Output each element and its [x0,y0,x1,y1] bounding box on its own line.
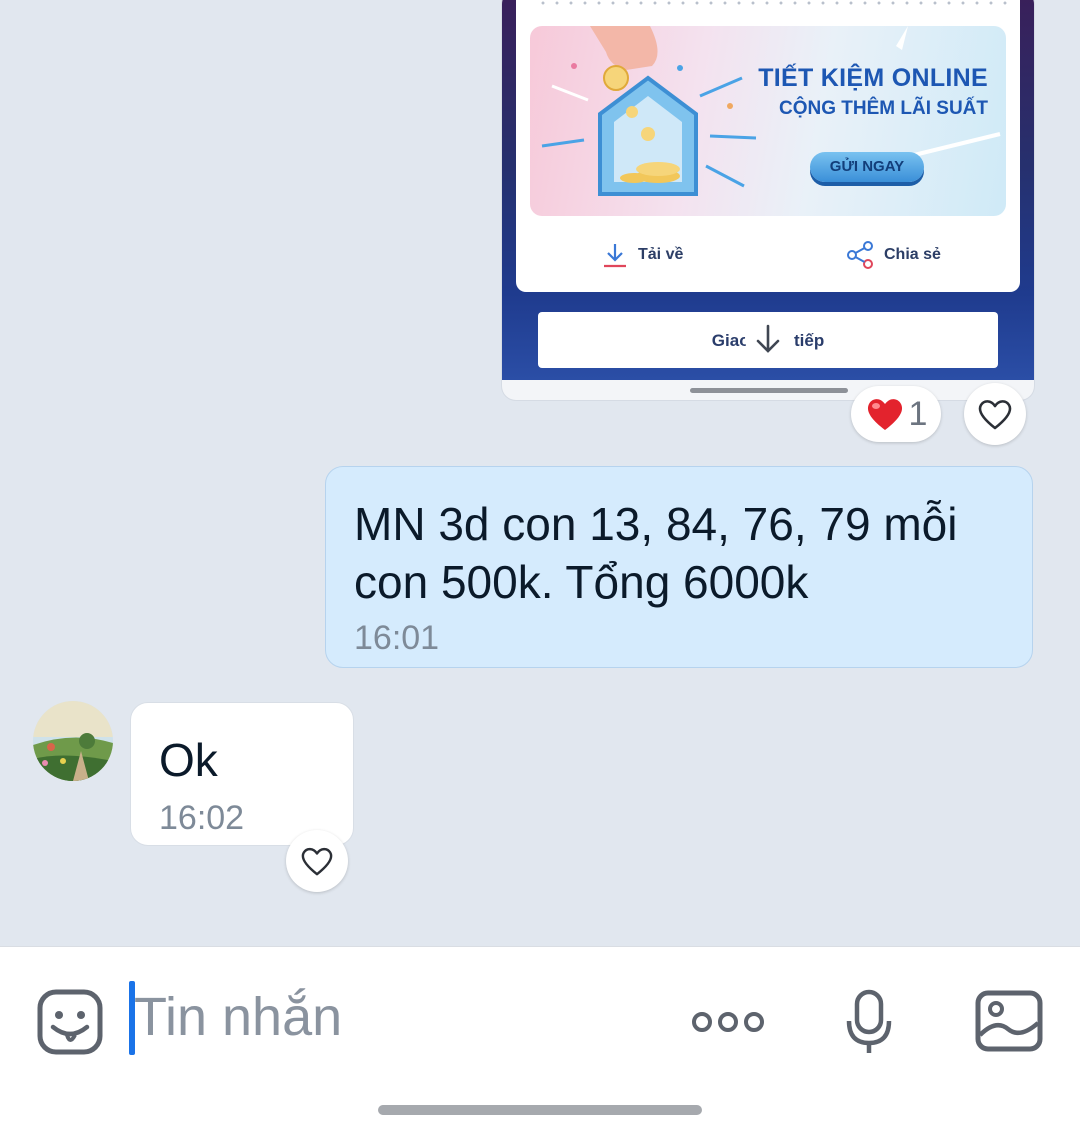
outgoing-message[interactable]: MN 3d con 13, 84, 76, 79 mỗi con 500k. T… [325,466,1033,668]
image-message[interactable]: TIẾT KIỆM ONLINE CỘNG THÊM LÃI SUẤT GỬI … [502,0,1034,400]
chat-area[interactable]: TIẾT KIỆM ONLINE CỘNG THÊM LÃI SUẤT GỬI … [0,0,1080,946]
message-time: 16:01 [354,619,440,657]
scroll-down-button[interactable] [745,316,791,362]
image-button[interactable] [972,988,1046,1054]
avatar-image [33,701,113,781]
piggy-house-illustration [541,26,1001,196]
share-action: Chia sẻ [846,235,941,275]
screenshot-home-indicator [690,388,848,393]
promo-banner: TIẾT KIỆM ONLINE CỘNG THÊM LÃI SUẤT GỬI … [530,26,1006,216]
heart-outline-icon [978,400,1012,430]
microphone-icon [846,989,892,1053]
message-input[interactable]: Tin nhắn [134,986,342,1048]
perforation-dots [536,0,1016,6]
gesture-navigation-bar[interactable] [378,1105,702,1115]
message-text: MN 3d con 13, 84, 76, 79 mỗi con 500k. T… [354,498,958,608]
banner-subtitle: CỘNG THÊM LÃI SUẤT [779,98,988,119]
reaction-summary[interactable]: 1 [851,386,941,442]
download-label: Tải về [638,246,684,263]
voice-button[interactable] [842,988,896,1056]
incoming-message[interactable]: Ok 16:02 [130,702,354,846]
download-icon [604,244,626,268]
react-heart-button[interactable] [286,830,348,892]
arrow-down-icon [756,324,780,353]
image-icon [975,990,1043,1052]
more-dots-icon [692,1012,764,1032]
transaction-card: TIẾT KIỆM ONLINE CỘNG THÊM LÃI SUẤT GỬI … [516,0,1020,292]
banner-title: TIẾT KIỆM ONLINE [758,64,988,92]
share-icon [847,241,873,269]
red-heart-icon [867,399,902,430]
react-heart-button[interactable] [964,383,1026,445]
share-label: Chia sẻ [884,246,941,263]
sticker-icon [37,989,103,1055]
reaction-count: 1 [908,394,928,433]
more-button[interactable] [688,1004,768,1040]
avatar[interactable] [33,701,113,781]
heart-outline-icon [301,847,333,876]
card-actions: Tải về Chia sẻ [516,235,1020,275]
sticker-button[interactable] [36,987,104,1057]
message-time: 16:02 [159,799,245,837]
message-text: Ok [159,734,218,786]
banner-send-button: GỬI NGAY [810,152,924,182]
download-action: Tải về [602,235,683,275]
